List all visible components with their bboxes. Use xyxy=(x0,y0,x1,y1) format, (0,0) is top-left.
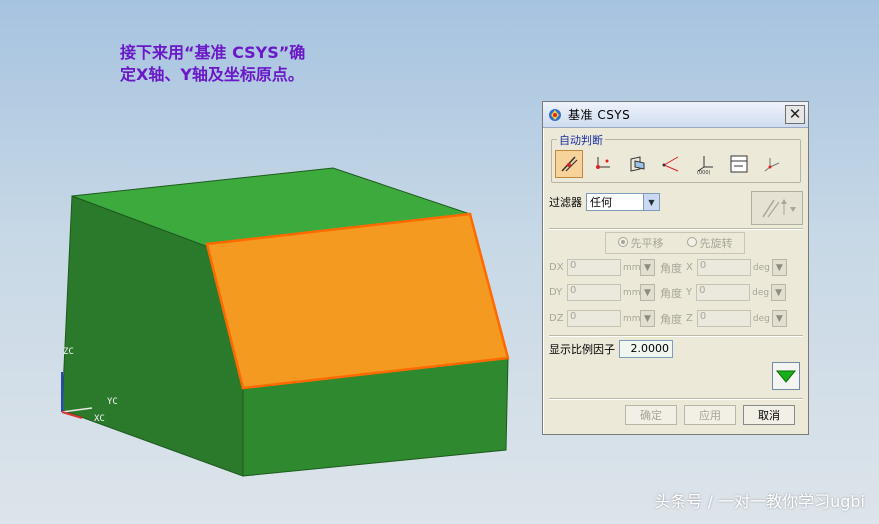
x-axis-y-axis-icon xyxy=(662,156,679,172)
angle-y-menu-button[interactable]: ▼ xyxy=(771,284,787,301)
radio-rotate-first[interactable]: 先旋转 xyxy=(686,235,733,251)
angle-x-label: 角度 xyxy=(660,261,682,275)
type-button-origin-x-y[interactable] xyxy=(589,150,617,178)
ok-button[interactable]: 确定 xyxy=(625,405,677,425)
angle-x-field[interactable]: 0 xyxy=(696,259,751,276)
radio-unchecked-icon xyxy=(686,237,697,247)
dx-label: DX xyxy=(549,262,564,273)
caption-line-1: 接下来用“基准 CSYS”确 xyxy=(120,43,306,62)
transform-order-group: 先平移 先旋转 xyxy=(605,232,745,254)
filter-select[interactable]: 任何 ▼ xyxy=(586,193,660,211)
radio-checked-icon xyxy=(617,237,628,247)
scale-row: 显示比例因子 2.0000 xyxy=(549,340,673,358)
watermark: 头条号 / 一对一教你学习ugbi xyxy=(654,492,865,511)
type-button-three-planes[interactable] xyxy=(623,150,651,178)
caption-line-2: 定X轴、Y轴及坐标原点。 xyxy=(120,65,304,84)
type-button-origin-offset[interactable]: (000) xyxy=(691,150,719,178)
filter-select-value: 任何 xyxy=(590,196,612,209)
chevron-down-icon: ▼ xyxy=(643,194,659,210)
dy-label: DY xyxy=(549,287,563,298)
dx-field[interactable]: 0 xyxy=(567,259,621,276)
dz-menu-button[interactable]: ▼ xyxy=(640,310,655,327)
origin-x-y-icon xyxy=(596,157,610,169)
apply-button[interactable]: 应用 xyxy=(684,405,736,425)
angle-z-axis: Z xyxy=(686,313,693,324)
cancel-button[interactable]: 取消 xyxy=(743,405,795,425)
dy-menu-button[interactable]: ▼ xyxy=(640,284,655,301)
dx-unit: mm xyxy=(623,262,641,273)
filter-label: 过滤器 xyxy=(549,196,582,209)
dy-unit: mm xyxy=(623,287,641,298)
dz-label: DZ xyxy=(549,313,564,324)
reverse-direction-icon xyxy=(762,199,796,218)
angle-x-menu-button[interactable]: ▼ xyxy=(771,259,787,276)
separator-3 xyxy=(549,398,803,400)
angle-y-unit: deg xyxy=(752,287,770,298)
radio-rotate-first-label: 先旋转 xyxy=(699,237,733,250)
separator-1 xyxy=(549,228,803,230)
dz-field[interactable]: 0 xyxy=(567,310,621,327)
radio-translate-first-label: 先平移 xyxy=(630,237,664,250)
type-button-wcs[interactable] xyxy=(725,150,753,178)
separator-2 xyxy=(549,335,803,337)
offset-row-dy: DY 0 mm ▼ 角度 Y 0 deg ▼ xyxy=(549,284,787,301)
wcs-icon xyxy=(730,155,748,173)
dy-field[interactable]: 0 xyxy=(567,284,621,301)
axis-label-zc: ZC xyxy=(63,347,74,357)
axis-label-xc: XC xyxy=(94,414,105,424)
angle-z-menu-button[interactable]: ▼ xyxy=(771,310,787,327)
group-title: 自动判断 xyxy=(557,132,605,148)
origin-offset-icon: (000) xyxy=(697,156,713,175)
csys-type-toolbar: (000) xyxy=(555,150,787,178)
reverse-direction-button[interactable] xyxy=(751,191,803,225)
angle-y-field[interactable]: 0 xyxy=(696,284,751,301)
highlighted-face[interactable] xyxy=(205,212,510,390)
close-icon: ✕ xyxy=(788,105,802,123)
type-button-x-y-axis[interactable] xyxy=(657,150,685,178)
angle-x-unit: deg xyxy=(752,262,770,273)
offset-row-dz: DZ 0 mm ▼ 角度 Z 0 deg ▼ xyxy=(549,310,787,327)
expand-button[interactable] xyxy=(772,362,800,390)
angle-z-unit: deg xyxy=(752,313,770,324)
angle-z-label: 角度 xyxy=(660,312,682,326)
datum-csys-dialog: 基准 CSYS ✕ 自动判断 (000) 过滤器 任何 ▼ 先平移 先旋转 DX… xyxy=(542,101,809,435)
angle-x-axis: X xyxy=(686,262,693,273)
filter-row: 过滤器 任何 ▼ xyxy=(549,193,660,211)
angle-z-field[interactable]: 0 xyxy=(696,310,751,327)
dialog-titlebar[interactable]: 基准 CSYS ✕ xyxy=(543,102,808,128)
absolute-csys-icon xyxy=(764,158,780,172)
close-button[interactable]: ✕ xyxy=(785,105,805,124)
dialog-title: 基准 CSYS xyxy=(568,108,631,122)
offset-row-dx: DX 0 mm ▼ 角度 X 0 deg ▼ xyxy=(549,259,787,276)
instruction-caption: 接下来用“基准 CSYS”确 定X轴、Y轴及坐标原点。 xyxy=(120,42,360,86)
axis-label-yc: YC xyxy=(107,397,118,407)
nx-logo-icon xyxy=(549,108,561,121)
scale-label: 显示比例因子 xyxy=(549,343,615,356)
type-button-absolute-csys[interactable] xyxy=(759,150,787,178)
radio-translate-first[interactable]: 先平移 xyxy=(617,235,664,251)
type-button-auto-infer[interactable] xyxy=(555,150,583,178)
dz-unit: mm xyxy=(623,313,641,324)
dx-menu-button[interactable]: ▼ xyxy=(640,259,655,276)
angle-y-axis: Y xyxy=(686,287,693,298)
scale-field[interactable]: 2.0000 xyxy=(619,340,673,358)
three-planes-icon xyxy=(630,156,645,172)
auto-infer-icon xyxy=(561,156,578,172)
expand-arrow-icon xyxy=(776,370,796,383)
angle-y-label: 角度 xyxy=(660,286,682,300)
svg-text:(000): (000) xyxy=(697,170,710,175)
